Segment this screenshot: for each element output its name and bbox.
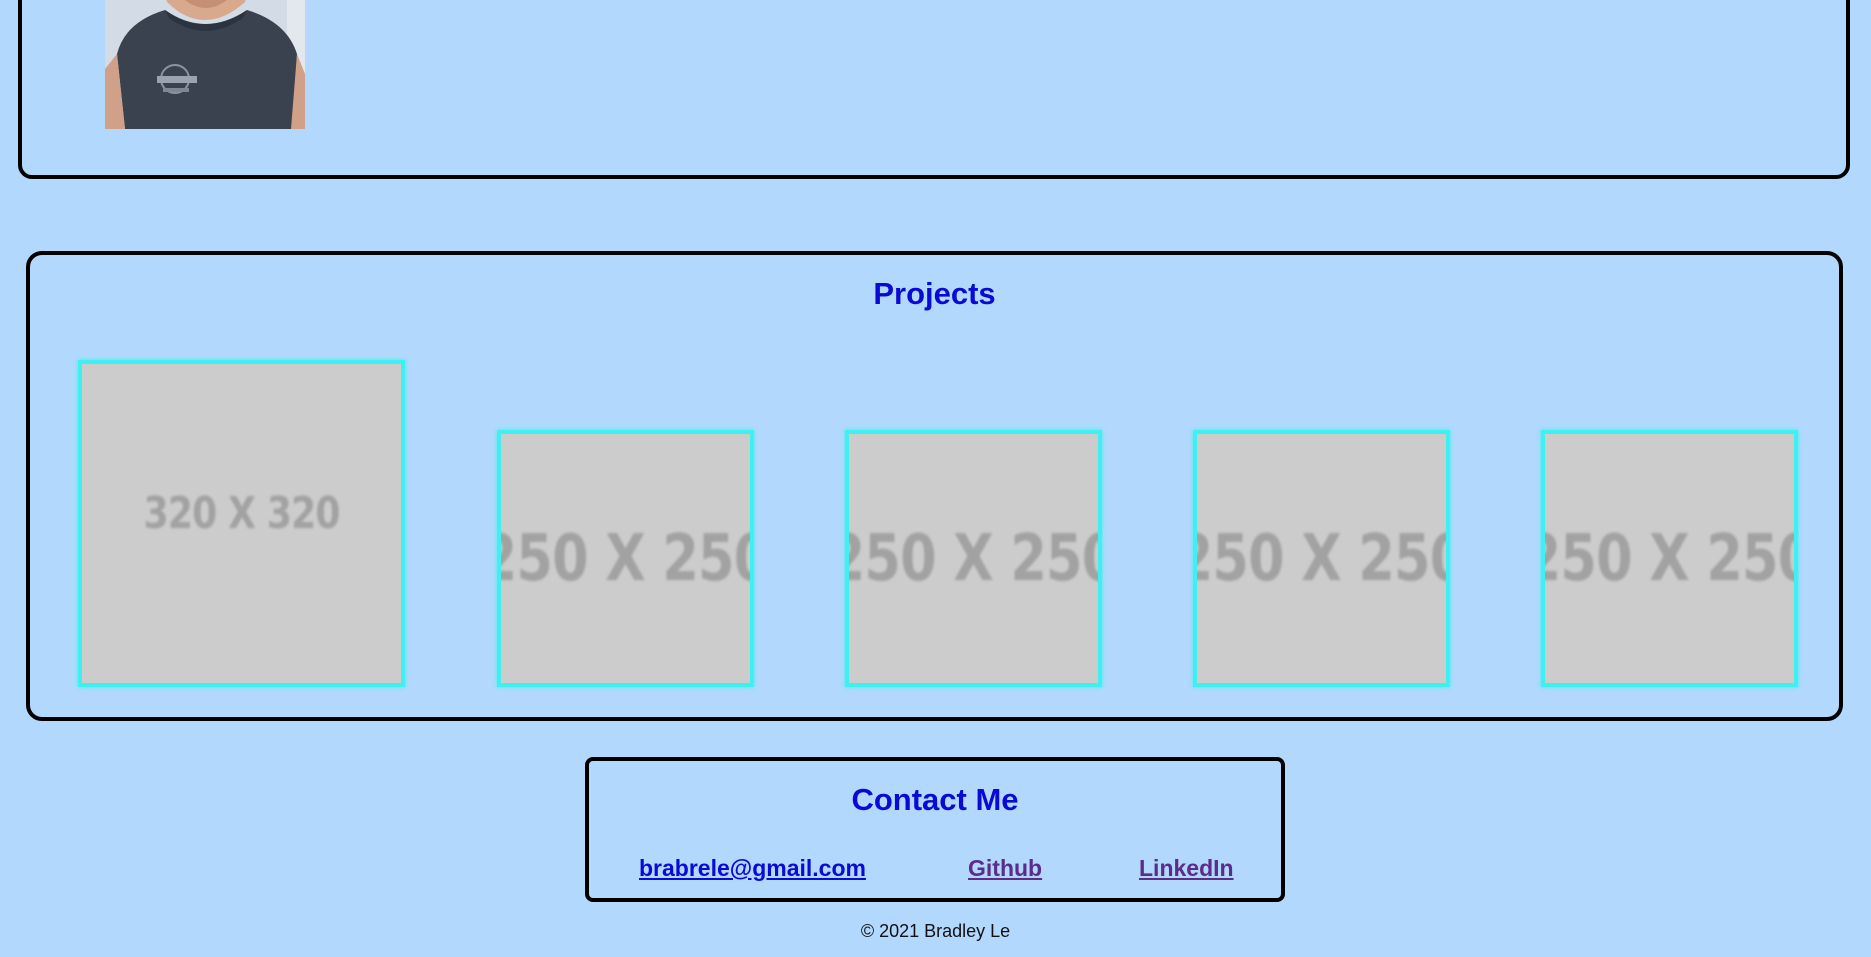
project-card-placeholder-label: 250 X 250 (1545, 521, 1794, 596)
projects-section: Projects 320 X 320 250 X 250 250 X 250 2… (26, 251, 1843, 721)
project-card-placeholder-label: 250 X 250 (849, 521, 1098, 596)
contact-title: Contact Me (851, 782, 1019, 817)
project-card-placeholder-label: 250 X 250 (1197, 521, 1446, 596)
copyright-footer: © 2021 Bradley Le (860, 921, 1011, 941)
project-card-placeholder-label: 320 X 320 (143, 488, 340, 539)
about-section (18, 0, 1850, 179)
project-card-placeholder-label: 250 X 250 (501, 521, 750, 596)
linkedin-link[interactable]: LinkedIn (1139, 855, 1234, 882)
project-card-5[interactable]: 250 X 250 (1541, 430, 1798, 687)
email-link[interactable]: brabrele@gmail.com (639, 855, 866, 882)
project-card-3[interactable]: 250 X 250 (845, 430, 1102, 687)
contact-section: Contact Me brabrele@gmail.com Github Lin… (585, 757, 1285, 902)
project-card-1[interactable]: 320 X 320 (78, 360, 405, 687)
projects-title: Projects (873, 276, 996, 311)
project-card-2[interactable]: 250 X 250 (497, 430, 754, 687)
github-link[interactable]: Github (968, 855, 1042, 882)
project-card-4[interactable]: 250 X 250 (1193, 430, 1450, 687)
profile-photo (105, 0, 305, 129)
